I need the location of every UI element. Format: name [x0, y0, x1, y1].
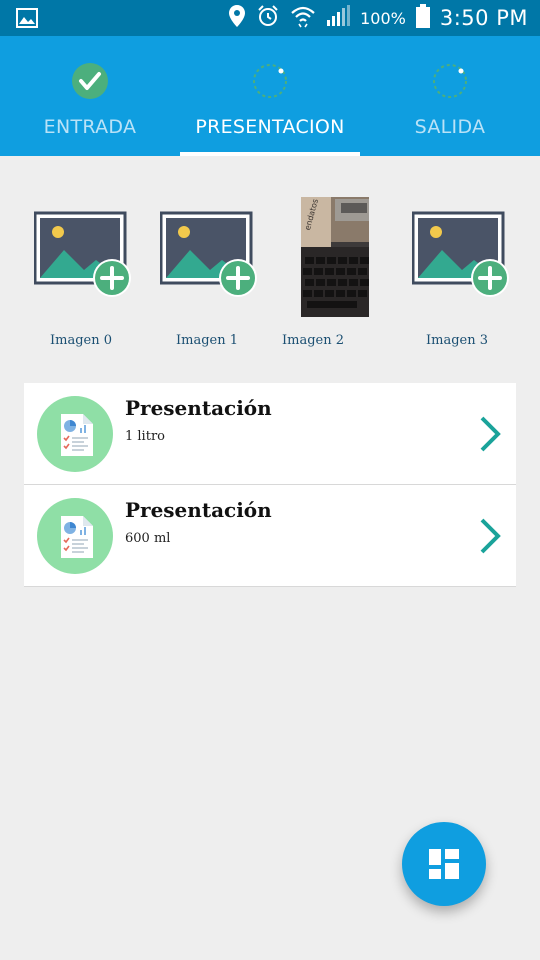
check-circle-icon	[71, 62, 109, 100]
item-title: Presentación	[125, 498, 272, 522]
presentation-list: Presentación 1 litro Presentación 600 ml	[24, 383, 516, 587]
image-slot-0[interactable]: Imagen 0	[16, 190, 146, 355]
list-item[interactable]: Presentación 1 litro	[24, 383, 516, 485]
report-document-icon	[37, 396, 113, 472]
fab-button[interactable]	[402, 822, 486, 906]
step-tabs: ENTRADA PRESENTACION SALIDA	[0, 36, 540, 156]
image-gallery: Imagen 0 Imagen 1 endatos Imagen 2 Image…	[0, 190, 540, 360]
add-image-icon	[159, 210, 260, 304]
tab-salida[interactable]: SALIDA	[360, 36, 540, 156]
tab-label: PRESENTACION	[195, 116, 345, 138]
item-title: Presentación	[125, 396, 272, 420]
dashboard-grid-icon	[429, 849, 459, 879]
chevron-right-icon	[478, 415, 502, 453]
item-subtitle: 600 ml	[125, 531, 171, 546]
captured-photo: endatos	[301, 197, 369, 317]
add-image-icon	[411, 210, 512, 304]
location-icon	[228, 4, 246, 32]
signal-icon	[326, 5, 351, 31]
wifi-icon	[290, 4, 316, 32]
add-image-icon	[33, 210, 134, 304]
tab-presentacion[interactable]: PRESENTACION	[180, 36, 360, 156]
image-label: Imagen 0	[49, 333, 112, 348]
progress-ring-icon	[251, 62, 289, 100]
list-item[interactable]: Presentación 600 ml	[24, 485, 516, 587]
image-slot-3[interactable]: Imagen 3	[392, 190, 522, 355]
status-bar: 100% 3:50 PM	[0, 0, 540, 36]
item-subtitle: 1 litro	[125, 429, 165, 444]
alarm-icon	[256, 4, 280, 32]
clock: 3:50 PM	[439, 6, 528, 30]
battery-percent: 100%	[360, 8, 406, 28]
tab-label: ENTRADA	[43, 116, 137, 138]
image-label: Imagen 2	[281, 333, 344, 348]
battery-icon	[415, 4, 430, 32]
image-label: Imagen 3	[425, 333, 488, 348]
gallery-notification-icon	[16, 8, 38, 32]
tab-label: SALIDA	[414, 116, 486, 138]
image-slot-2[interactable]: endatos Imagen 2	[248, 190, 378, 355]
report-document-icon	[37, 498, 113, 574]
progress-ring-icon	[431, 62, 469, 100]
active-tab-indicator	[180, 152, 360, 156]
tab-entrada[interactable]: ENTRADA	[0, 36, 180, 156]
chevron-right-icon	[478, 517, 502, 555]
